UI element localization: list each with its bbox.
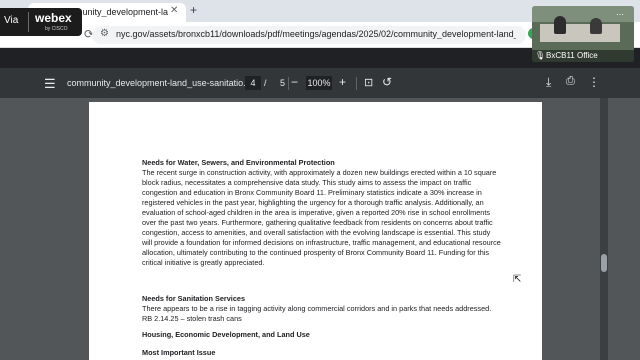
scrollbar-track[interactable] — [600, 98, 608, 360]
document-title: community_development-land_use-sanitatio… — [67, 78, 251, 88]
download-icon[interactable]: ⤓ — [546, 75, 551, 90]
site-info-icon[interactable]: ⚙ — [100, 28, 109, 39]
scrollbar-thumb[interactable] — [601, 254, 607, 272]
print-icon[interactable]: ⎙ — [566, 75, 575, 88]
rotate-icon[interactable]: ↺ — [382, 75, 392, 89]
video-table — [540, 24, 620, 42]
video-person — [590, 18, 602, 34]
menu-icon[interactable]: ☰ — [44, 76, 56, 92]
page-total: 5 — [280, 78, 286, 88]
page-number-input[interactable]: 4 — [245, 76, 261, 90]
section-heading-sanitation: Needs for Sanitation Services — [142, 294, 246, 303]
video-person — [554, 16, 566, 34]
address-bar[interactable]: ⚙ nyc.gov/assets/bronxcb11/downloads/pdf… — [92, 26, 526, 44]
video-options-icon[interactable]: ⋯ — [616, 10, 624, 19]
url-text: nyc.gov/assets/bronxcb11/downloads/pdf/m… — [116, 29, 516, 39]
more-options-icon[interactable]: ⋮ — [588, 75, 600, 89]
pdf-viewport[interactable]: Needs for Water, Sewers, and Environment… — [0, 98, 640, 360]
toolbar-divider — [356, 77, 357, 90]
tab-close-icon[interactable]: ✕ — [170, 5, 178, 16]
page-separator: / — [264, 78, 267, 88]
section-body-sanitation: There appears to be a rise in tagging ac… — [142, 304, 492, 323]
video-name-bar: 🎙 BxCB11 Office — [532, 50, 634, 62]
microphone-icon: 🎙 — [535, 51, 546, 60]
zoom-out-icon[interactable]: − — [291, 75, 298, 89]
zoom-level-input[interactable]: 100% — [306, 76, 332, 90]
webex-separator — [28, 12, 29, 32]
webex-badge: Via webex by CISCO — [0, 8, 82, 36]
fit-to-page-icon[interactable]: ⊡ — [364, 76, 373, 89]
pdf-page: Needs for Water, Sewers, and Environment… — [89, 102, 542, 360]
toolbar-divider — [288, 77, 289, 90]
participant-name: BxCB11 Office — [546, 51, 598, 60]
section-heading-issue: Most Important Issue — [142, 348, 216, 357]
screen: community_development-land_use... ✕ + ⟳ … — [0, 0, 640, 360]
webex-logo-sub: by CISCO — [45, 26, 68, 32]
new-tab-icon[interactable]: + — [190, 3, 197, 17]
webex-logo: webex — [35, 11, 72, 25]
section-heading-water: Needs for Water, Sewers, and Environment… — [142, 158, 335, 167]
zoom-in-icon[interactable]: + — [339, 75, 346, 89]
mouse-cursor-icon: ⇱ — [513, 274, 522, 285]
participant-video[interactable]: ⋯ 🎙 BxCB11 Office — [532, 6, 634, 62]
webex-via-label: Via — [4, 15, 19, 26]
section-heading-housing: Housing, Economic Development, and Land … — [142, 330, 310, 339]
pdf-toolbar: ☰ community_development-land_use-sanitat… — [0, 68, 640, 98]
section-body-water: The recent surge in construction activit… — [142, 168, 501, 267]
